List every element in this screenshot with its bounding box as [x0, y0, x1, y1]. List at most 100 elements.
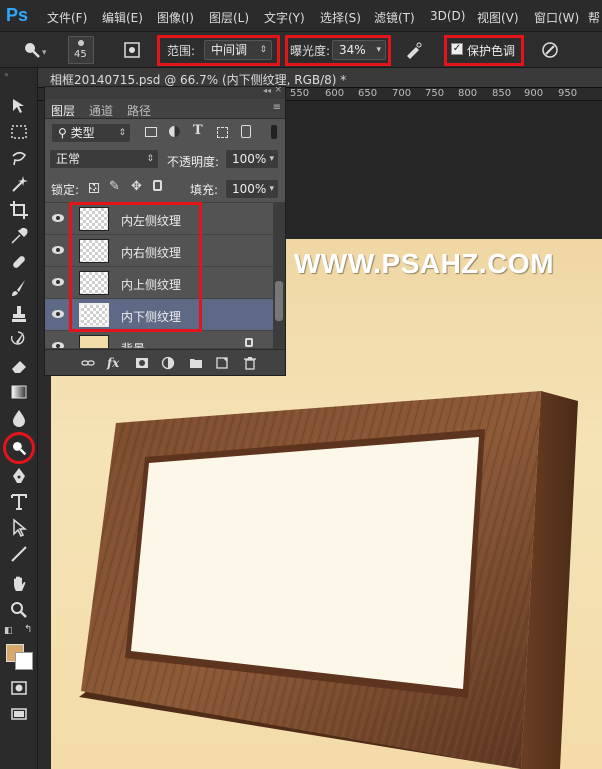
magic-wand-tool-icon[interactable]	[9, 174, 29, 194]
eye-icon[interactable]	[51, 277, 65, 287]
eye-icon[interactable]	[51, 245, 65, 255]
ruler-tick: 700	[392, 88, 412, 99]
marquee-tool-icon[interactable]	[9, 122, 29, 142]
chevron-updown-icon: ⇕	[118, 128, 126, 138]
sponge-tool-selected[interactable]	[3, 432, 35, 464]
menu-3d[interactable]: 3D(D)	[430, 9, 465, 23]
link-layers-icon[interactable]	[81, 356, 95, 370]
menu-bar: Ps 文件(F) 编辑(E) 图像(I) 图层(L) 文字(Y) 选择(S) 滤…	[0, 0, 602, 32]
lock-position-icon[interactable]: ✥	[131, 179, 142, 194]
fill-label: 填充:	[190, 183, 219, 197]
fill-field[interactable]: 100% ▾	[225, 179, 279, 199]
menu-type[interactable]: 文字(Y)	[264, 9, 305, 26]
layer-row[interactable]: 背景	[45, 331, 273, 349]
lock-pixels-icon[interactable]: ✎	[109, 179, 120, 194]
panel-header[interactable]: ◂◂ ×	[45, 85, 285, 99]
history-brush-tool-icon[interactable]	[9, 330, 29, 350]
menu-layer[interactable]: 图层(L)	[209, 9, 249, 26]
eyedropper-tool-icon[interactable]	[9, 226, 29, 246]
healing-brush-tool-icon[interactable]	[9, 252, 29, 272]
shape-filter-icon[interactable]	[217, 127, 228, 138]
path-selection-tool-icon[interactable]	[9, 518, 29, 538]
tab-layers[interactable]: 图层	[51, 102, 75, 119]
brush-panel-icon[interactable]	[122, 40, 142, 60]
clone-stamp-tool-icon[interactable]	[9, 304, 29, 324]
pixel-filter-icon[interactable]	[145, 127, 157, 137]
menu-edit[interactable]: 编辑(E)	[102, 9, 143, 26]
gradient-tool-icon[interactable]	[9, 382, 29, 402]
default-colors-icon[interactable]: ◧	[4, 626, 13, 636]
tools-panel: » ◧ ↰	[0, 68, 38, 769]
menu-filter[interactable]: 滤镜(T)	[374, 9, 415, 26]
chevron-down-icon: ▾	[269, 154, 274, 164]
ruler-tick: 550	[290, 88, 310, 99]
menu-file[interactable]: 文件(F)	[47, 9, 87, 26]
lock-transparent-icon[interactable]	[89, 183, 99, 193]
lasso-tool-icon[interactable]	[9, 148, 29, 168]
lock-all-icon[interactable]	[153, 180, 162, 191]
type-filter-icon[interactable]: T	[193, 123, 203, 138]
airbrush-icon[interactable]	[404, 40, 424, 60]
new-group-icon[interactable]	[189, 356, 203, 370]
hand-tool-icon[interactable]	[9, 574, 29, 594]
opacity-label: 不透明度:	[167, 155, 220, 169]
menu-select[interactable]: 选择(S)	[320, 9, 361, 26]
document-tab[interactable]: 相框20140715.psd @ 66.7% (内下侧纹理, RGB/8) *	[38, 68, 602, 88]
eye-icon[interactable]	[51, 341, 65, 349]
scrollbar-thumb[interactable]	[275, 281, 283, 321]
highlight-box-protect-tone	[444, 35, 524, 66]
adjustment-filter-icon[interactable]	[169, 126, 180, 137]
tab-channels[interactable]: 通道	[89, 102, 113, 119]
menu-image[interactable]: 图像(I)	[157, 9, 194, 26]
highlight-box-exposure	[285, 35, 391, 66]
smart-object-filter-icon[interactable]	[241, 125, 251, 138]
screen-mode-icon[interactable]	[9, 704, 29, 724]
blend-mode-dropdown[interactable]: 正常 ⇕	[49, 149, 159, 169]
new-layer-icon[interactable]	[215, 356, 229, 370]
brush-tip-icon	[78, 40, 84, 46]
type-tool-icon[interactable]	[9, 492, 29, 512]
tool-preset-arrow-icon[interactable]: ▾	[42, 48, 47, 58]
eye-icon[interactable]	[51, 309, 65, 319]
crop-tool-icon[interactable]	[9, 200, 29, 220]
pen-tool-icon[interactable]	[9, 466, 29, 486]
sponge-tool-icon	[13, 442, 27, 456]
tab-paths[interactable]: 路径	[127, 102, 151, 119]
move-tool-icon[interactable]	[9, 96, 29, 116]
eraser-tool-icon[interactable]	[9, 356, 29, 376]
layers-panel: ◂◂ × 图层 通道 路径 ≡ ⚲ 类型 ⇕ T 正常 ⇕ 不透明度: 100%…	[44, 85, 286, 376]
panel-tabs: 图层 通道 路径 ≡	[45, 99, 285, 119]
eye-icon[interactable]	[51, 213, 65, 223]
opacity-field[interactable]: 100% ▾	[225, 149, 279, 169]
background-color-swatch[interactable]	[15, 652, 33, 670]
menu-help[interactable]: 帮	[588, 9, 600, 26]
delete-layer-icon[interactable]	[243, 356, 257, 370]
quick-mask-icon[interactable]	[9, 678, 29, 698]
filter-toggle[interactable]	[271, 125, 277, 139]
add-mask-icon[interactable]	[135, 356, 149, 370]
filter-kind-dropdown[interactable]: ⚲ 类型 ⇕	[51, 123, 131, 143]
zoom-tool-icon[interactable]	[9, 600, 29, 620]
brush-preset-picker[interactable]: 45	[68, 36, 94, 64]
collapse-icon[interactable]: ◂◂	[263, 86, 271, 95]
fx-icon[interactable]: fx	[107, 356, 121, 370]
line-tool-icon[interactable]	[9, 544, 29, 564]
ruler-tick: 750	[425, 88, 445, 99]
adjustment-layer-icon[interactable]	[161, 356, 175, 370]
blur-tool-icon[interactable]	[9, 408, 29, 428]
close-icon[interactable]: ×	[274, 85, 282, 95]
menu-view[interactable]: 视图(V)	[477, 9, 519, 26]
pressure-size-icon[interactable]	[540, 40, 560, 60]
menu-window[interactable]: 窗口(W)	[534, 9, 579, 26]
layer-name: 背景	[121, 342, 146, 349]
ruler-tick: 600	[325, 88, 345, 99]
swap-colors-icon[interactable]: ↰	[24, 624, 32, 635]
chevron-updown-icon: ⇕	[146, 154, 154, 164]
collapse-icon[interactable]: »	[4, 70, 9, 79]
layers-scrollbar[interactable]	[273, 203, 285, 349]
brush-tool-icon[interactable]	[9, 278, 29, 298]
layer-thumbnail	[79, 335, 109, 348]
sponge-tool-icon[interactable]	[22, 40, 42, 60]
panel-menu-icon[interactable]: ≡	[273, 102, 281, 113]
lock-row: 锁定: ✎ ✥ 填充: 100% ▾	[45, 175, 285, 203]
